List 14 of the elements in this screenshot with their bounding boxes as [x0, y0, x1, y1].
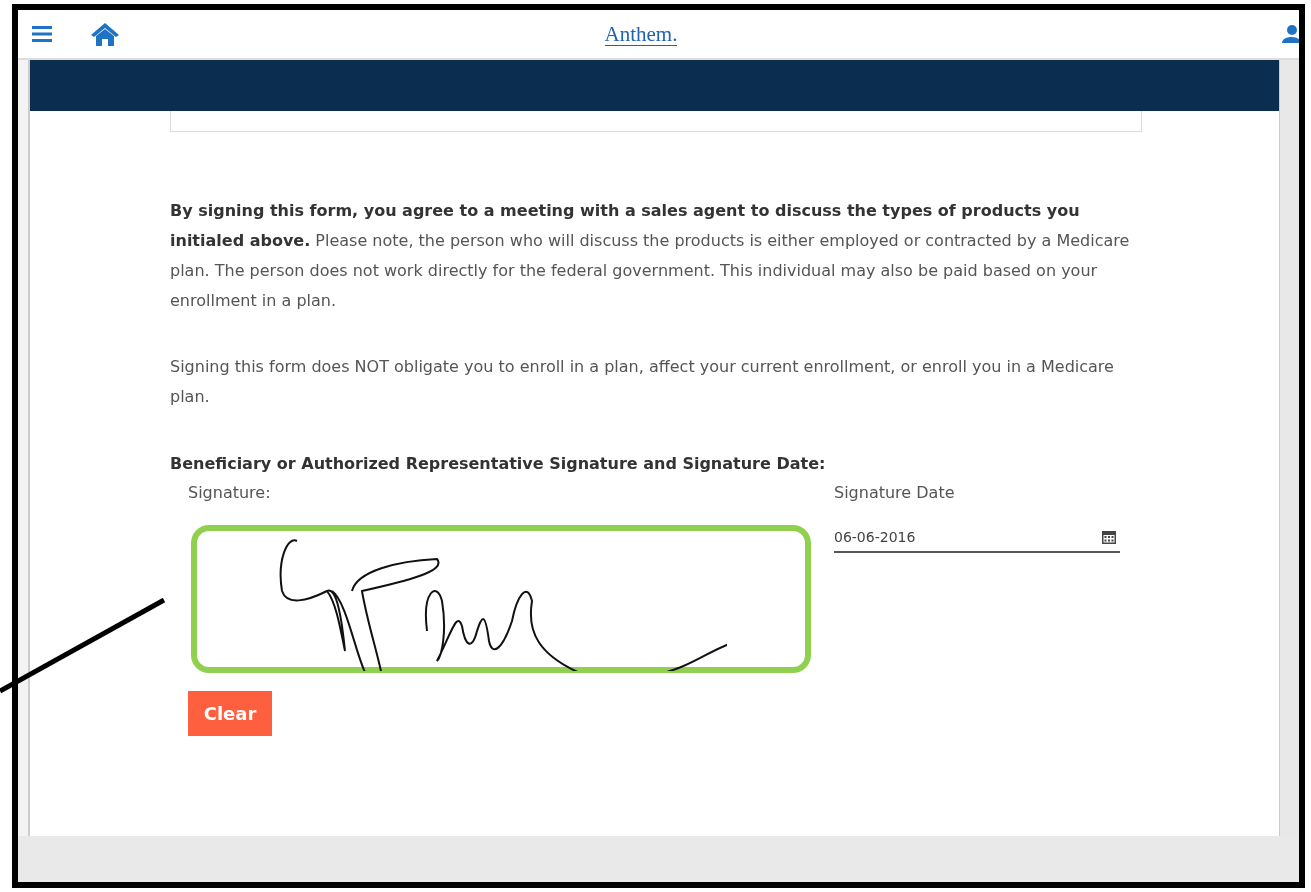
paragraph: Signing this form does NOT obligate you to enroll in a plan, affect your current enrollment, or enroll you in a Medicare plan.	[170, 356, 1115, 408]
logo[interactable]: Anthem.	[604, 22, 678, 46]
menu-icon[interactable]	[32, 25, 52, 43]
field-label: Signature:	[188, 483, 272, 503]
signature-pad[interactable]	[191, 525, 811, 673]
date-field[interactable]: 06-06-2016	[834, 525, 1120, 553]
field-label: Signature Date	[834, 483, 956, 503]
home-icon[interactable]	[90, 22, 120, 46]
calendar-icon[interactable]	[1101, 529, 1117, 545]
paragraph: By signing this form, you agree to a meeting with a sales agent to discuss the types of products you initialed above. Please note, the person who will discuss the products is either employed or contracted by a Medicare plan. The person does not work directly for the federal government. This individual may also be paid based on your enrollment in a plan.	[170, 200, 1131, 312]
clear-button[interactable]: Clear	[188, 691, 272, 736]
user-icon[interactable]	[1282, 25, 1299, 43]
section-heading: Beneficiary or Authorized Representative Signature and Signature Date:	[170, 453, 827, 475]
scrollbar[interactable]	[1279, 60, 1299, 836]
